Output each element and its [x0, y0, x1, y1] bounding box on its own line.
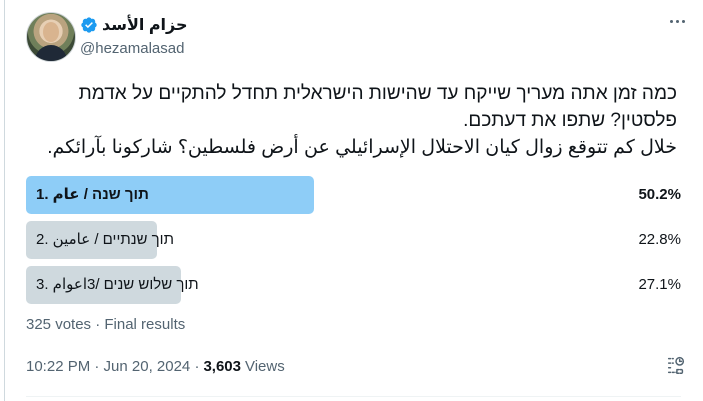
- tweet-text-line: פלסטין? שתפו את דעתכם.: [463, 110, 677, 131]
- tweet-text-line: כמה זמן אתה מעריך שייקח עד שהישות הישראל…: [78, 83, 677, 104]
- views-label: Views: [244, 358, 285, 375]
- tweet-text-line: خلال كم تتوقع زوال كيان الاحتلال الإسرائ…: [47, 137, 677, 158]
- poll-option-label: תוך שנתיים / عامين .2: [36, 231, 174, 248]
- avatar-shoulders: [35, 45, 67, 61]
- more-horizontal-icon[interactable]: [670, 20, 685, 23]
- avatar[interactable]: [26, 12, 76, 62]
- user-handle[interactable]: @hezamalasad: [80, 40, 184, 57]
- poll-bar-area: תוך שנה / عام .1: [26, 176, 599, 214]
- timestamp[interactable]: 10:22 PM · Jun 20, 2024 ·: [26, 358, 199, 375]
- name-row[interactable]: حزام الأسد: [80, 14, 188, 36]
- poll-bar-area: תוך שנתיים / عامين .2: [26, 221, 599, 259]
- poll-option-percent: 22.8%: [638, 231, 681, 248]
- poll-option-percent: 27.1%: [638, 276, 681, 293]
- more-dot: [676, 20, 679, 23]
- poll-option-label: תוך שנה / عام .1: [36, 186, 149, 203]
- more-dot: [670, 20, 673, 23]
- more-dot: [682, 20, 685, 23]
- analytics-icon[interactable]: [665, 354, 687, 376]
- poll: תוך שנה / عام .1 50.2% תוך שנתיים / عامي…: [26, 176, 681, 311]
- views-count: 3,603: [203, 358, 241, 375]
- divider: [26, 396, 681, 397]
- poll-option-1: תוך שנה / عام .1 50.2%: [26, 176, 681, 214]
- tweet-meta: 10:22 PM · Jun 20, 2024 · 3,603 Views: [26, 358, 285, 375]
- poll-option-2: תוך שנתיים / عامين .2 22.8%: [26, 221, 681, 259]
- tweet-card: حزام الأسد @hezamalasad כמה זמן אתה מערי…: [0, 0, 703, 401]
- poll-option-3: תוך שלוש שנים /3اعوام .3 27.1%: [26, 266, 681, 304]
- poll-summary: 325 votes · Final results: [26, 316, 186, 333]
- verified-badge-icon: [81, 17, 97, 33]
- poll-bar-area: תוך שלוש שנים /3اعوام .3: [26, 266, 599, 304]
- avatar-head: [43, 22, 59, 42]
- tweet-text: כמה זמן אתה מעריך שייקח עד שהישות הישראל…: [24, 80, 677, 161]
- poll-option-label: תוך שלוש שנים /3اعوام .3: [36, 276, 199, 293]
- display-name[interactable]: حزام الأسد: [102, 15, 188, 35]
- poll-option-percent: 50.2%: [638, 186, 681, 203]
